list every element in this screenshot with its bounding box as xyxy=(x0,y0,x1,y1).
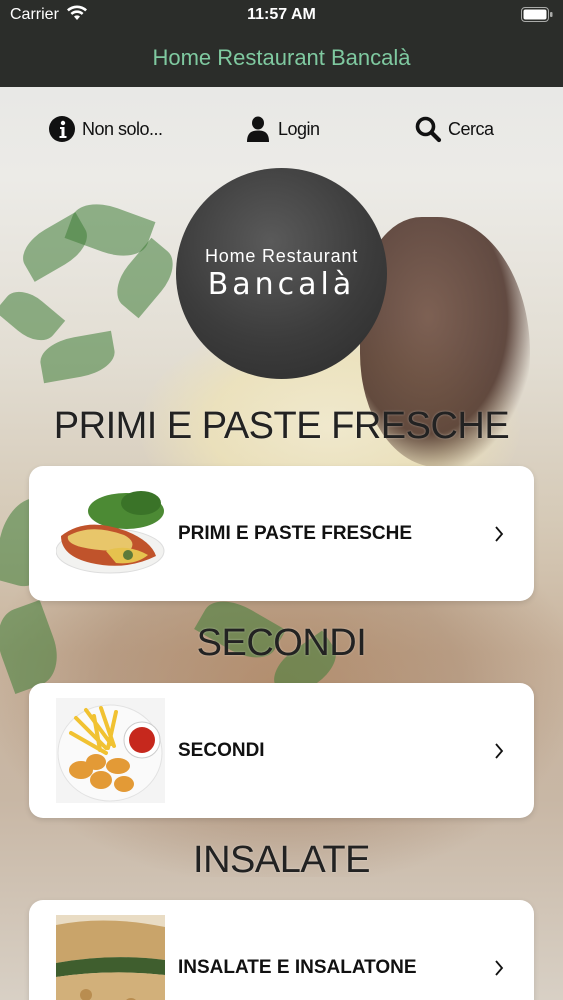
info-icon xyxy=(49,116,75,142)
status-bar: Carrier 11:57 AM xyxy=(0,0,563,30)
category-card-insalate[interactable]: INSALATE E INSALATONE xyxy=(29,900,534,1000)
search-icon xyxy=(415,116,442,143)
chevron-right-icon xyxy=(495,526,504,542)
user-icon xyxy=(247,116,269,142)
chevron-right-icon xyxy=(495,743,504,759)
battery-icon xyxy=(521,7,553,22)
logo-line2: Bancalà xyxy=(207,267,356,302)
navbar-title: Home Restaurant Bancalà xyxy=(152,45,411,70)
info-label: Non solo... xyxy=(82,118,163,139)
category-card-secondi[interactable]: SECONDI xyxy=(29,683,534,818)
status-time: 11:57 AM xyxy=(247,6,316,23)
navigation-bar: Home Restaurant Bancalà xyxy=(0,30,563,87)
card-label-secondi: SECONDI xyxy=(178,740,265,761)
pasta-dish-image xyxy=(56,481,165,586)
chevron-right-icon xyxy=(495,960,504,976)
fries-nuggets-image xyxy=(56,698,165,803)
main-content[interactable]: Non solo... Login Cerca Home Restaurant … xyxy=(0,87,563,1000)
search-label: Cerca xyxy=(448,118,494,139)
restaurant-logo: Home Restaurant Bancalà xyxy=(176,168,387,379)
logo-line1: Home Restaurant xyxy=(204,246,359,266)
card-label-insalate: INSALATE E INSALATONE xyxy=(178,957,417,978)
search-button[interactable]: Cerca xyxy=(414,114,494,144)
top-nav: Non solo... Login Cerca xyxy=(0,87,563,172)
login-label: Login xyxy=(278,118,320,139)
section-title-insalate: INSALATE xyxy=(193,839,370,881)
section-title-secondi: SECONDI xyxy=(196,622,367,664)
card-label-primi: PRIMI E PASTE FRESCHE xyxy=(178,523,413,544)
info-button[interactable]: Non solo... xyxy=(48,114,163,144)
login-button[interactable]: Login xyxy=(244,114,320,144)
category-card-primi[interactable]: PRIMI E PASTE FRESCHE xyxy=(29,466,534,601)
stuffed-bread-image xyxy=(56,915,165,1000)
section-title-primi: PRIMI E PASTE FRESCHE xyxy=(53,405,510,447)
